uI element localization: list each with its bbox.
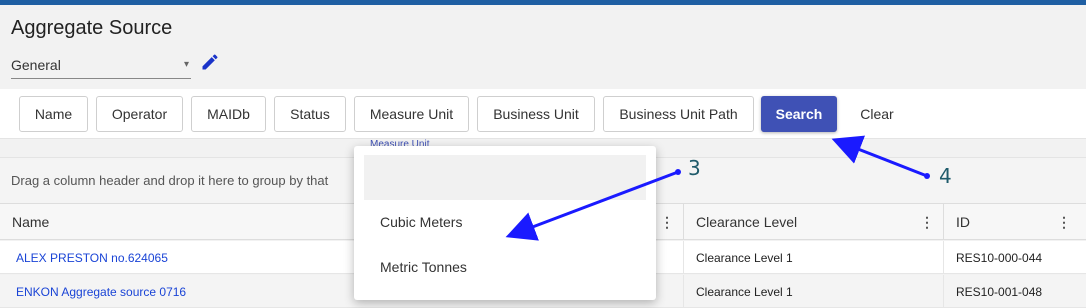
- search-button[interactable]: Search: [761, 96, 837, 132]
- row-id: RES10-001-048: [956, 284, 1043, 299]
- option-cubic-meters[interactable]: Cubic Meters: [380, 214, 462, 230]
- option-metric-tonnes[interactable]: Metric Tonnes: [380, 259, 467, 275]
- measure-unit-dropdown: Cubic Meters Metric Tonnes: [354, 146, 656, 300]
- dropdown-empty-option[interactable]: [364, 155, 646, 200]
- filter-measure-unit-button[interactable]: Measure Unit: [354, 96, 469, 132]
- kebab-menu-icon[interactable]: ⋮: [920, 214, 934, 231]
- filter-name-button[interactable]: Name: [19, 96, 88, 132]
- row-id: RES10-000-044: [956, 250, 1043, 265]
- pencil-icon[interactable]: [200, 52, 220, 72]
- kebab-menu-icon[interactable]: ⋮: [1057, 214, 1071, 231]
- column-header-clearance-level[interactable]: Clearance Level: [684, 204, 944, 240]
- group-hint-text: Drag a column header and drop it here to…: [11, 173, 329, 188]
- kebab-menu-icon[interactable]: ⋮: [660, 214, 674, 231]
- filter-bar: Name Operator MAIDb Status Measure Unit …: [0, 89, 1086, 139]
- top-accent-bar: [0, 0, 1086, 5]
- filter-maidb-button[interactable]: MAIDb: [191, 96, 266, 132]
- clear-button[interactable]: Clear: [845, 96, 909, 132]
- filter-business-unit-button[interactable]: Business Unit: [477, 96, 595, 132]
- filter-operator-button[interactable]: Operator: [96, 96, 183, 132]
- column-header-name-label: Name: [12, 214, 50, 230]
- view-select-value: General: [11, 56, 61, 73]
- annotation-number-3: 3: [688, 156, 701, 180]
- column-header-clearance-label: Clearance Level: [696, 214, 798, 230]
- view-select[interactable]: General ▾: [11, 51, 191, 79]
- column-header-id-label: ID: [956, 214, 970, 230]
- filter-status-button[interactable]: Status: [274, 96, 346, 132]
- chevron-down-icon: ▾: [183, 59, 189, 70]
- annotation-number-4: 4: [939, 164, 952, 188]
- filter-business-unit-path-button[interactable]: Business Unit Path: [603, 96, 754, 132]
- row-clearance: Clearance Level 1: [684, 275, 944, 308]
- page-title: Aggregate Source: [11, 17, 173, 39]
- row-clearance: Clearance Level 1: [684, 241, 944, 274]
